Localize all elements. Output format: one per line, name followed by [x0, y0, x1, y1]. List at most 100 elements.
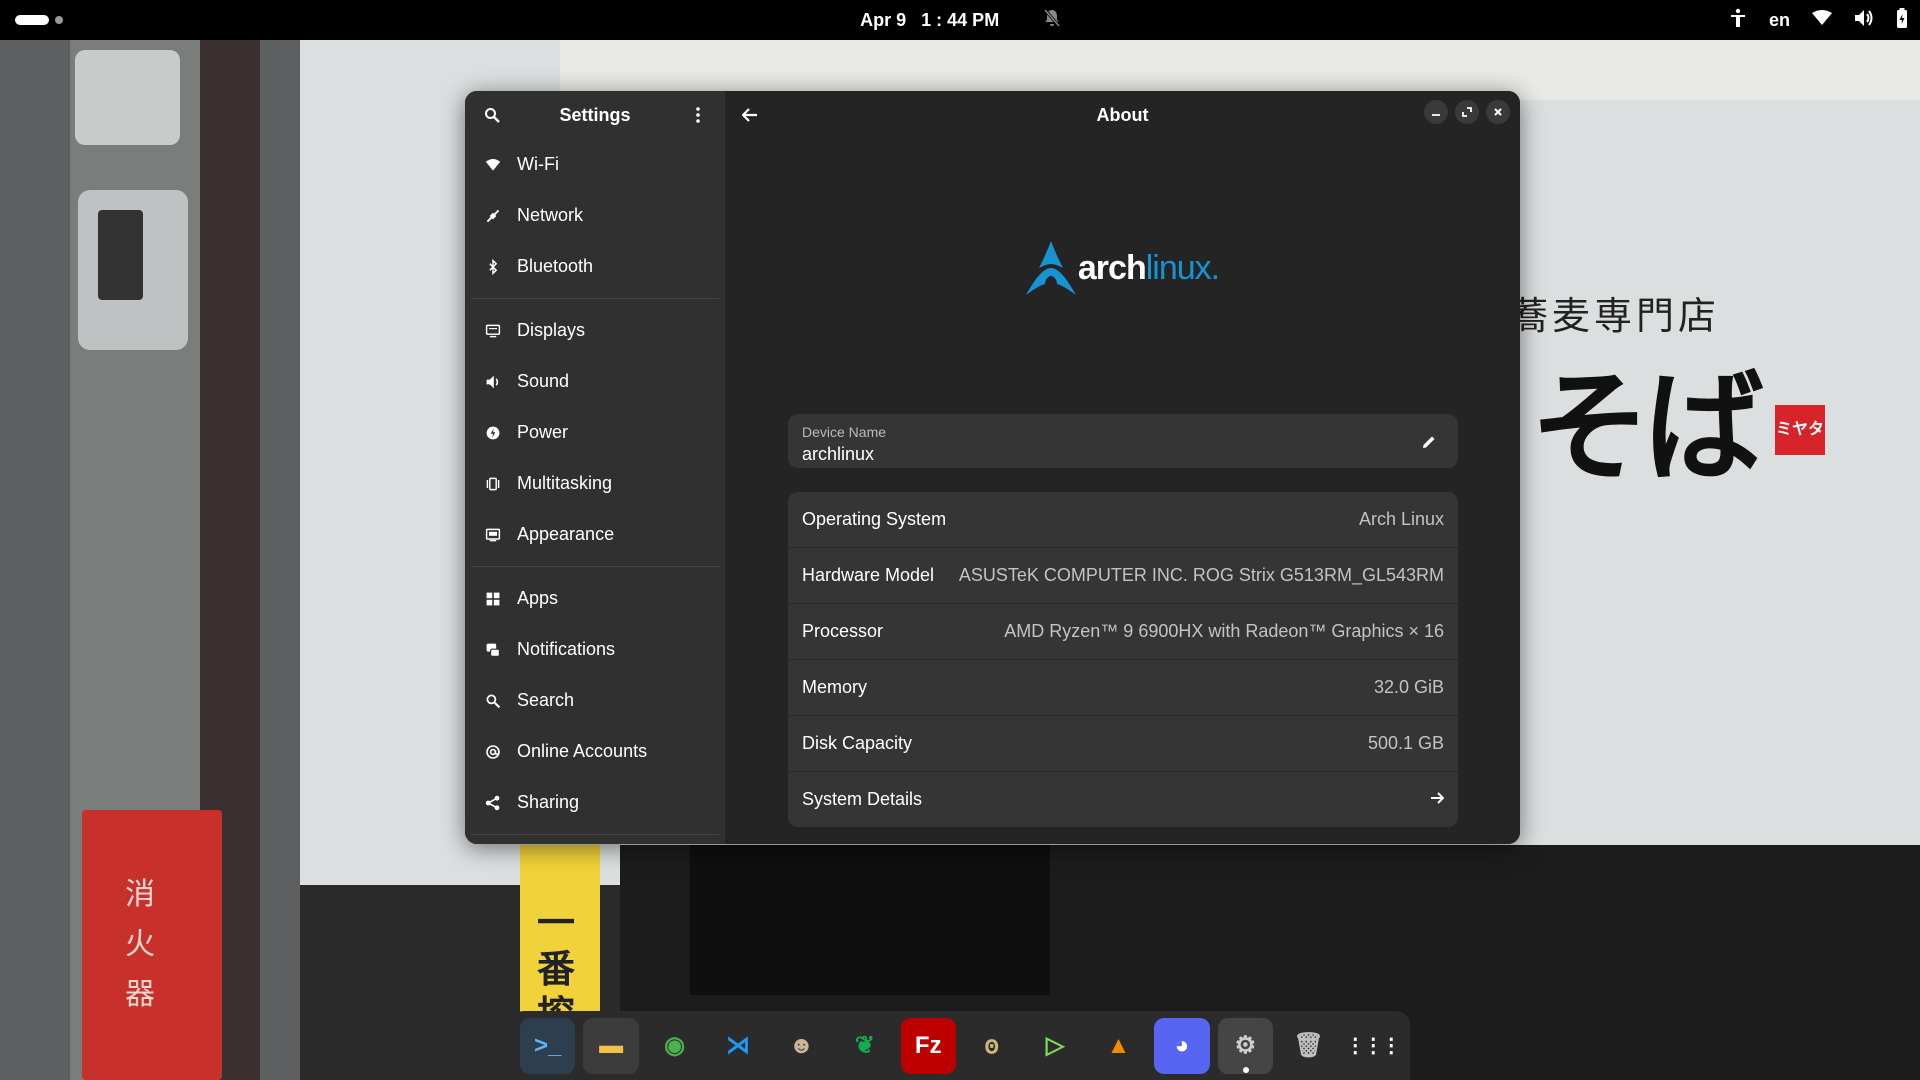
sidebar-item-label: Sound	[517, 371, 570, 391]
running-indicator	[1242, 1066, 1249, 1073]
vscode-icon: ⋊	[725, 1032, 750, 1059]
sidebar-item-appearance[interactable]: Appearance	[471, 509, 719, 560]
dock-app-mongodb-compass[interactable]: ❦	[837, 1017, 893, 1074]
sidebar-item-power[interactable]: Power	[471, 407, 719, 458]
sound-icon	[483, 372, 503, 392]
dock-app-chrome[interactable]: ◉	[646, 1017, 703, 1074]
sidebar-item-label: Apps	[517, 588, 559, 608]
bluetooth-icon	[483, 257, 503, 277]
sidebar-item-apps[interactable]: Apps	[471, 573, 719, 624]
sidebar-item-online-accounts[interactable]: Online Accounts	[471, 726, 719, 777]
sidebar-item-label: Power	[517, 422, 569, 442]
dock-app-discord[interactable]: ◕	[1154, 1017, 1210, 1074]
time-label: 1 : 44 PM	[921, 9, 1000, 30]
info-key: Operating System	[802, 509, 947, 529]
dock-app-app-grid[interactable]: ⋮⋮⋮	[1344, 1017, 1401, 1074]
keyboard-language[interactable]: en	[1769, 10, 1790, 31]
sharing-icon	[483, 793, 503, 813]
dock-app-trash[interactable]: 🗑	[1281, 1017, 1337, 1074]
dock-app-files[interactable]: ▬	[583, 1017, 639, 1074]
device-name-row[interactable]: Device Name archlinux	[788, 414, 1458, 468]
maximize-icon	[1462, 107, 1472, 117]
sidebar-item-multitasking[interactable]: Multitasking	[471, 458, 719, 509]
window-controls	[1424, 100, 1510, 124]
distro-logo: archlinux.	[725, 241, 1520, 295]
sidebar-item-sharing[interactable]: Sharing	[471, 777, 719, 828]
pencil-icon	[1423, 436, 1435, 448]
back-button[interactable]	[735, 100, 765, 130]
wallpaper-shop-title: そば	[1530, 357, 1764, 498]
edit-device-name-button[interactable]	[1414, 427, 1444, 457]
dock-app-vlc[interactable]: ▲	[1090, 1017, 1147, 1074]
top-bar: Apr 9 1 : 44 PM en	[0, 0, 1920, 40]
logo-arch-text: arch	[1077, 248, 1147, 287]
main-menu-button[interactable]	[683, 100, 713, 130]
device-name-value: archlinux	[802, 444, 875, 464]
sidebar-item-sound[interactable]: Sound	[471, 356, 719, 407]
info-value: 32.0 GiB	[1373, 677, 1444, 697]
info-value: Arch Linux	[1358, 509, 1444, 529]
multitasking-icon	[483, 474, 503, 494]
app-grid-icon: ⋮⋮⋮	[1345, 1035, 1401, 1057]
info-row-hardware-model: Hardware Model ASUSTeK COMPUTER INC. ROG …	[788, 548, 1458, 604]
sidebar-item-label: Sharing	[517, 792, 580, 812]
dock-app-gimp[interactable]: ꙩ	[963, 1017, 1020, 1074]
display-icon	[483, 321, 503, 341]
info-row-operating-system: Operating System Arch Linux	[788, 492, 1458, 548]
dock-app-player[interactable]: ▷	[1027, 1017, 1083, 1074]
apps-icon	[483, 589, 503, 609]
arrow-left-icon	[742, 108, 757, 122]
minimize-button[interactable]	[1424, 100, 1448, 124]
kebab-menu-icon	[696, 107, 700, 123]
dock-app-vscode[interactable]: ⋊	[710, 1017, 766, 1074]
sidebar-item-label: Network	[517, 205, 584, 225]
dock-app-filezilla[interactable]: Fz	[900, 1017, 956, 1074]
page-title: About	[1096, 104, 1149, 125]
sidebar-separator	[471, 298, 719, 299]
sidebar-item-displays[interactable]: Displays	[471, 305, 719, 356]
sidebar-item-bluetooth[interactable]: Bluetooth	[471, 241, 719, 292]
dock-app-terminal[interactable]: >_	[520, 1017, 576, 1074]
content-header: About	[725, 91, 1520, 139]
logo-dot-text: .	[1210, 248, 1221, 287]
player-icon: ▷	[1045, 1032, 1065, 1059]
maximize-button[interactable]	[1455, 100, 1479, 124]
sidebar-header: Settings	[465, 91, 725, 139]
info-value: 500.1 GB	[1367, 733, 1444, 753]
battery-icon[interactable]	[1896, 7, 1908, 33]
search-icon	[485, 108, 500, 123]
volume-icon[interactable]	[1854, 9, 1874, 32]
close-icon	[1494, 108, 1502, 116]
sidebar-item-search[interactable]: Search	[471, 675, 719, 726]
settings-sidebar: Settings Wi-Fi Network Bluetooth Displays So…	[465, 91, 725, 844]
dbeaver-icon: ☻	[788, 1031, 815, 1059]
search-button[interactable]	[477, 100, 507, 130]
sidebar-item-label: Notifications	[517, 639, 616, 659]
sidebar-item-label: Search	[517, 690, 575, 710]
clock-button[interactable]: Apr 9 1 : 44 PM	[0, 0, 1920, 40]
filezilla-icon: Fz	[914, 1031, 942, 1059]
sidebar-item-network[interactable]: Network	[471, 190, 719, 241]
about-page: About archlinux. Device Name archlinux O…	[725, 91, 1520, 844]
dock-app-dbeaver[interactable]: ☻	[773, 1017, 830, 1074]
system-details-row[interactable]: System Details	[788, 772, 1458, 827]
dock-app-settings[interactable]: ⚙	[1217, 1017, 1274, 1074]
info-row-disk-capacity: Disk Capacity 500.1 GB	[788, 716, 1458, 772]
sidebar-item-wi-fi[interactable]: Wi-Fi	[471, 139, 719, 190]
wallpaper-doorway	[690, 845, 1050, 995]
sidebar-item-notifications[interactable]: Notifications	[471, 624, 719, 675]
system-tray[interactable]: en	[1729, 0, 1908, 40]
sidebar-list: Wi-Fi Network Bluetooth Displays Sound Power M…	[465, 139, 725, 835]
info-row-processor: Processor AMD Ryzen™ 9 6900HX with Radeon…	[788, 604, 1458, 660]
trash-icon: 🗑	[1293, 1032, 1324, 1059]
wifi-icon[interactable]	[1812, 9, 1832, 31]
notifications-icon	[483, 640, 503, 660]
wallpaper-meter-bottom	[78, 190, 188, 350]
sidebar-item-label: Multitasking	[517, 473, 613, 493]
info-key: Hardware Model	[802, 565, 935, 585]
notifications-muted-icon	[1017, 0, 1060, 50]
close-button[interactable]	[1486, 100, 1510, 124]
accessibility-icon[interactable]	[1729, 8, 1747, 33]
mongodb-compass-icon: ❦	[854, 1032, 875, 1059]
info-key: Memory	[802, 677, 868, 697]
